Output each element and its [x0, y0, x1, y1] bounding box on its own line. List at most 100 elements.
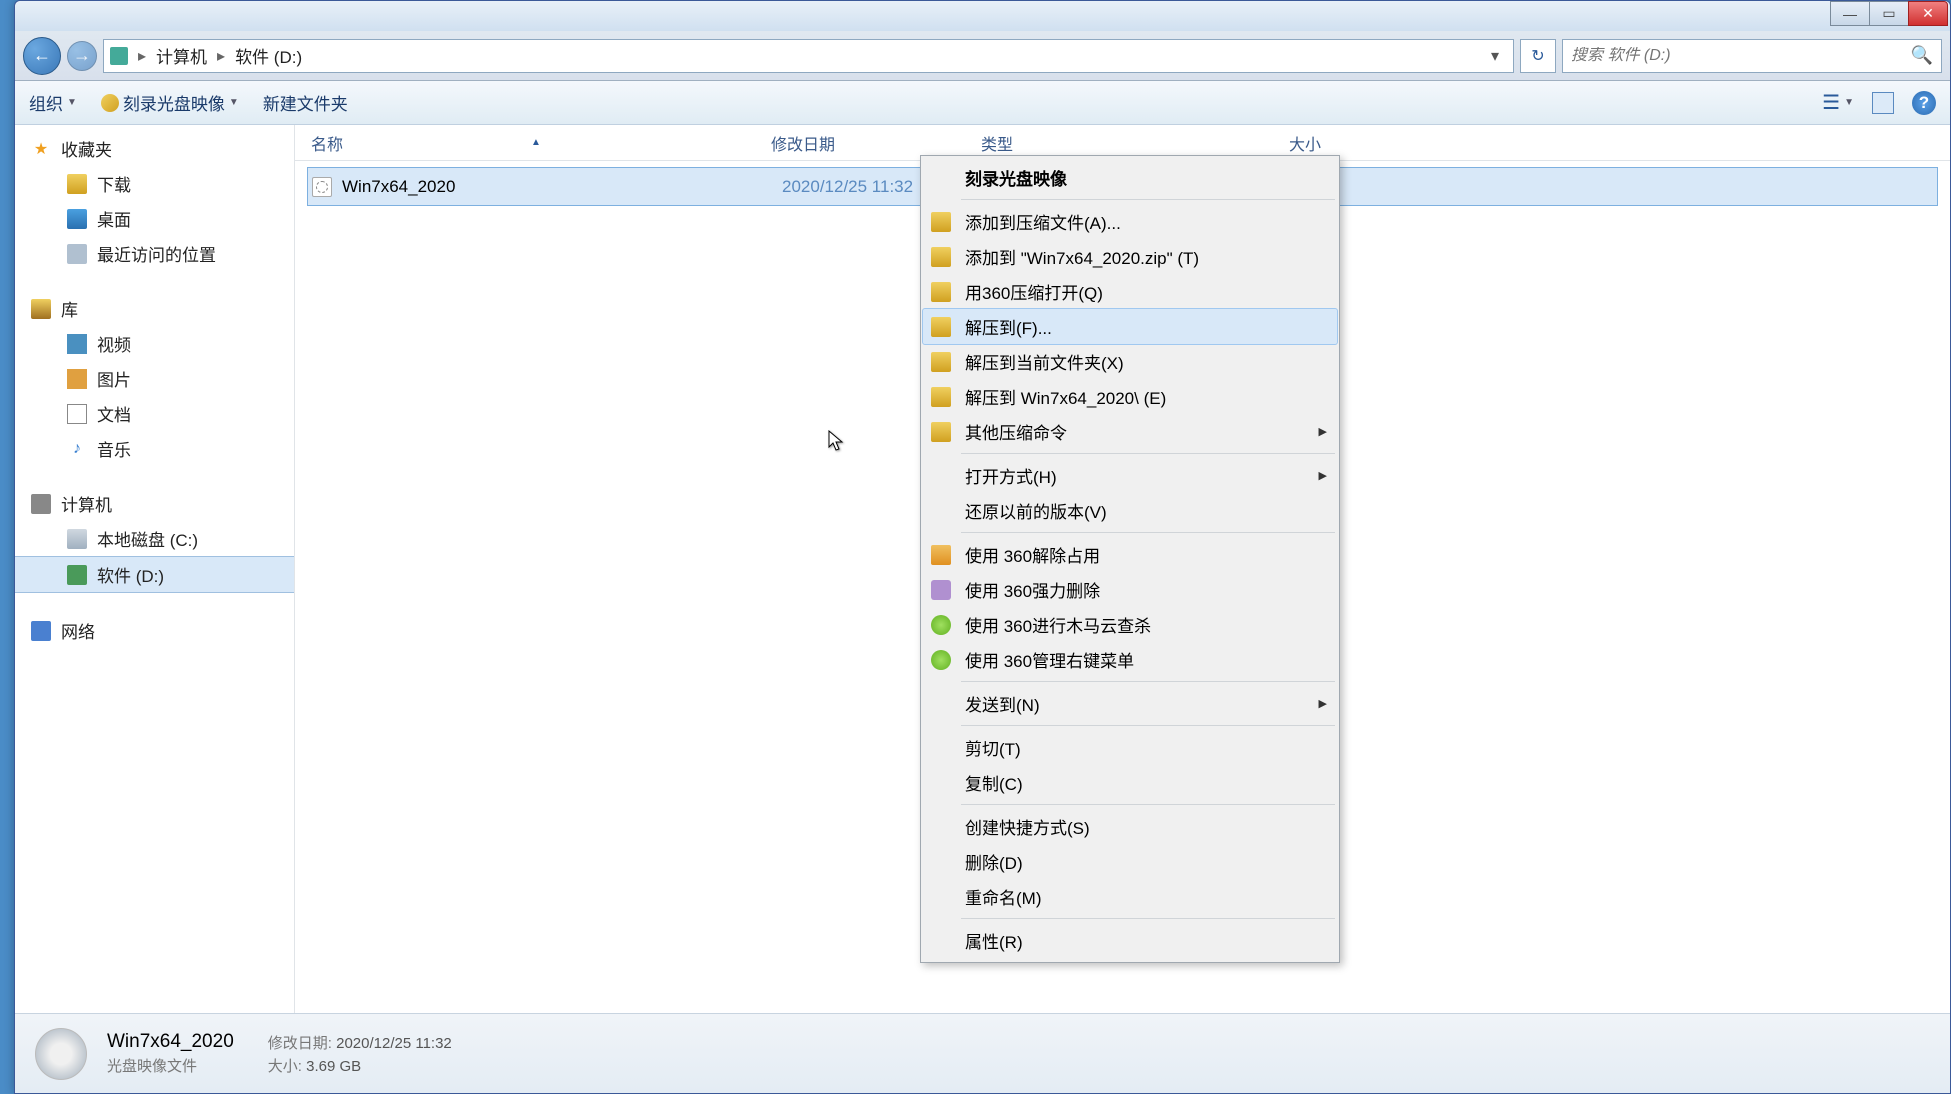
ctx-open-with[interactable]: 打开方式(H)▶ [923, 458, 1337, 493]
separator [961, 804, 1335, 805]
new-folder-button[interactable]: 新建文件夹 [263, 90, 348, 115]
close-button[interactable]: ✕ [1908, 1, 1948, 26]
ctx-other-compress[interactable]: 其他压缩命令▶ [923, 414, 1337, 449]
help-button[interactable]: ? [1912, 91, 1936, 115]
titlebar: — ▭ ✕ [15, 1, 1950, 31]
downloads-icon [67, 174, 87, 194]
chevron-down-icon: ▼ [229, 97, 239, 108]
ctx-burn[interactable]: 刻录光盘映像 [923, 160, 1337, 195]
details-size: 3.69 GB [306, 1058, 361, 1075]
address-bar[interactable]: ▸ 计算机 ▸ 软件 (D:) ▾ [103, 39, 1514, 73]
sidebar-documents[interactable]: 文档 [15, 396, 294, 431]
ctx-extract-to[interactable]: 解压到(F)... [922, 308, 1338, 345]
sidebar-recent[interactable]: 最近访问的位置 [15, 236, 294, 271]
music-icon: ♪ [67, 439, 87, 459]
disc-icon [101, 94, 119, 112]
minimize-button[interactable]: — [1830, 1, 1870, 26]
ctx-restore[interactable]: 还原以前的版本(V) [923, 493, 1337, 528]
ctx-360-unlock[interactable]: 使用 360解除占用 [923, 537, 1337, 572]
archive-icon [931, 352, 951, 372]
archive-icon [931, 317, 951, 337]
ctx-open-360[interactable]: 用360压缩打开(Q) [923, 274, 1337, 309]
preview-pane-button[interactable] [1872, 92, 1894, 114]
new-folder-label: 新建文件夹 [263, 90, 348, 115]
sidebar-downloads[interactable]: 下载 [15, 166, 294, 201]
drive-icon [67, 529, 87, 549]
main-area: ★ 收藏夹 下载 桌面 最近访问的位置 [15, 125, 1950, 1013]
chevron-right-icon: ▶ [1319, 697, 1327, 710]
ctx-copy[interactable]: 复制(C) [923, 765, 1337, 800]
forward-button[interactable]: → [67, 41, 97, 71]
chevron-down-icon: ▼ [67, 97, 77, 108]
ctx-send-to[interactable]: 发送到(N)▶ [923, 686, 1337, 721]
360-icon [931, 650, 951, 670]
archive-icon [931, 422, 951, 442]
archive-icon [931, 282, 951, 302]
sidebar-libraries[interactable]: 库 [15, 291, 294, 326]
360-icon [931, 615, 951, 635]
sidebar-network[interactable]: 网络 [15, 613, 294, 648]
archive-icon [931, 247, 951, 267]
iso-file-icon [312, 177, 332, 197]
drive-icon [110, 47, 128, 65]
search-box[interactable]: 🔍 [1562, 39, 1942, 73]
sidebar-computer[interactable]: 计算机 [15, 486, 294, 521]
col-size[interactable]: 大小 [1191, 131, 1341, 155]
sidebar-desktop[interactable]: 桌面 [15, 201, 294, 236]
picture-icon [67, 369, 87, 389]
col-type[interactable]: 类型 [981, 131, 1191, 155]
ctx-rename[interactable]: 重命名(M) [923, 879, 1337, 914]
separator [961, 725, 1335, 726]
refresh-button[interactable]: ↻ [1520, 39, 1556, 73]
ctx-extract-here[interactable]: 解压到当前文件夹(X) [923, 344, 1337, 379]
details-filename: Win7x64_2020 [107, 1031, 234, 1053]
search-input[interactable] [1571, 47, 1905, 65]
computer-icon [31, 494, 51, 514]
sidebar-music[interactable]: ♪ 音乐 [15, 431, 294, 466]
maximize-button[interactable]: ▭ [1869, 1, 1909, 26]
separator [961, 532, 1335, 533]
window-controls: — ▭ ✕ [1830, 1, 1948, 26]
view-button[interactable]: ☰ ▼ [1822, 90, 1854, 115]
sidebar-videos[interactable]: 视频 [15, 326, 294, 361]
context-menu: 刻录光盘映像 添加到压缩文件(A)... 添加到 "Win7x64_2020.z… [920, 155, 1340, 963]
burn-button[interactable]: 刻录光盘映像 ▼ [101, 90, 239, 115]
col-name[interactable]: 名称 ▲ [311, 131, 771, 155]
address-dropdown[interactable]: ▾ [1483, 46, 1507, 66]
ctx-360-forcedelete[interactable]: 使用 360强力删除 [923, 572, 1337, 607]
ctx-extract-named[interactable]: 解压到 Win7x64_2020\ (E) [923, 379, 1337, 414]
details-filetype: 光盘映像文件 [107, 1055, 234, 1076]
breadcrumb-sep: ▸ [217, 46, 225, 66]
organize-button[interactable]: 组织 ▼ [29, 90, 77, 115]
ctx-add-zip[interactable]: 添加到 "Win7x64_2020.zip" (T) [923, 239, 1337, 274]
ctx-shortcut[interactable]: 创建快捷方式(S) [923, 809, 1337, 844]
ctx-cut[interactable]: 剪切(T) [923, 730, 1337, 765]
sidebar-favorites[interactable]: ★ 收藏夹 [15, 131, 294, 166]
archive-icon [931, 387, 951, 407]
ctx-360-manage[interactable]: 使用 360管理右键菜单 [923, 642, 1337, 677]
drive-icon [67, 565, 87, 585]
nav-sidebar: ★ 收藏夹 下载 桌面 最近访问的位置 [15, 125, 295, 1013]
details-pane: Win7x64_2020 光盘映像文件 修改日期: 2020/12/25 11:… [15, 1013, 1950, 1093]
360-icon [931, 580, 951, 600]
ctx-delete[interactable]: 删除(D) [923, 844, 1337, 879]
search-icon[interactable]: 🔍 [1911, 45, 1933, 66]
col-date[interactable]: 修改日期 [771, 131, 981, 155]
ctx-360-trojan[interactable]: 使用 360进行木马云查杀 [923, 607, 1337, 642]
breadcrumb-computer[interactable]: 计算机 [156, 43, 207, 68]
sidebar-drive-d[interactable]: 软件 (D:) [15, 556, 294, 593]
separator [961, 681, 1335, 682]
separator [961, 199, 1335, 200]
breadcrumb-sep: ▸ [138, 46, 146, 66]
video-icon [67, 334, 87, 354]
details-date: 2020/12/25 11:32 [336, 1035, 452, 1052]
sidebar-pictures[interactable]: 图片 [15, 361, 294, 396]
ctx-properties[interactable]: 属性(R) [923, 923, 1337, 958]
file-list-area: 名称 ▲ 修改日期 类型 大小 Win7x64_2020 2020/12/25 … [295, 125, 1950, 1013]
document-icon [67, 404, 87, 424]
ctx-add-archive[interactable]: 添加到压缩文件(A)... [923, 204, 1337, 239]
chevron-right-icon: ▶ [1319, 469, 1327, 482]
breadcrumb-drive[interactable]: 软件 (D:) [235, 43, 302, 68]
back-button[interactable]: ← [23, 37, 61, 75]
sidebar-drive-c[interactable]: 本地磁盘 (C:) [15, 521, 294, 556]
